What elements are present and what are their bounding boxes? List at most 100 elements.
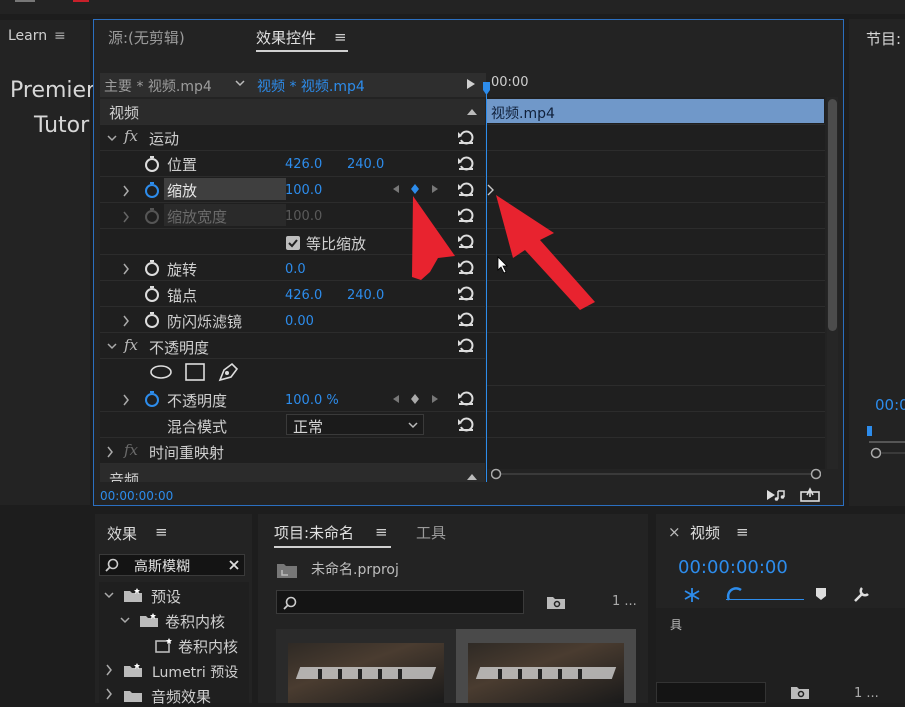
tab-tools[interactable]: 工具: [416, 522, 446, 543]
master-clip-label[interactable]: 主要 * 视频.mp4: [104, 76, 212, 96]
tree-presets[interactable]: 预设: [151, 586, 181, 607]
position-y-value[interactable]: 240.0: [347, 157, 384, 172]
scale-value[interactable]: 100.0: [285, 183, 322, 198]
motion-effect-row[interactable]: fx 运动: [100, 125, 485, 151]
position-row: 位置 426.0 240.0: [100, 151, 485, 177]
stopwatch-icon[interactable]: [144, 285, 160, 303]
project-search-input[interactable]: [276, 590, 524, 614]
tree-convolution-item[interactable]: 卷积内核: [178, 636, 238, 657]
learn-menu-icon[interactable]: ≡: [54, 28, 66, 44]
stopwatch-icon[interactable]: [144, 311, 160, 329]
linked-selection-icon[interactable]: [726, 586, 746, 604]
effects-search-input[interactable]: 高斯模糊: [99, 554, 245, 576]
play-audio-icon[interactable]: [766, 488, 786, 502]
chevron-right-icon[interactable]: [122, 185, 130, 197]
anti-flicker-value[interactable]: 0.00: [285, 314, 314, 329]
blend-mode-dropdown[interactable]: 正常: [286, 414, 424, 436]
chevron-right-icon[interactable]: [105, 688, 113, 700]
reset-icon[interactable]: [457, 390, 475, 406]
reset-icon[interactable]: [457, 337, 475, 353]
anti-flicker-label: 防闪烁滤镜: [167, 313, 243, 331]
sequence-thumbnail-image: [468, 643, 624, 703]
wrench-icon[interactable]: [852, 584, 872, 604]
stopwatch-icon[interactable]: [144, 155, 160, 173]
zoom-scrollbar[interactable]: [491, 468, 821, 480]
playhead-handle-icon[interactable]: [483, 82, 491, 96]
chevron-right-icon[interactable]: [122, 263, 130, 275]
tab-source-monitor[interactable]: 源:(无剪辑): [108, 27, 185, 48]
reset-icon[interactable]: [457, 416, 475, 432]
program-monitor-title[interactable]: 节目:: [866, 28, 901, 49]
tree-convolution[interactable]: 卷积内核: [165, 611, 225, 632]
tab-project[interactable]: 项目:未命名: [274, 522, 354, 543]
timeline-menu-icon[interactable]: ≡: [736, 523, 749, 541]
prev-keyframe-icon[interactable]: [392, 394, 400, 404]
video-section-label: 视频: [109, 104, 140, 122]
chevron-right-icon[interactable]: [105, 664, 113, 676]
effect-controls-menu-icon[interactable]: ≡: [334, 28, 347, 46]
learn-tab[interactable]: Learn: [8, 28, 47, 44]
uniform-scale-checkbox[interactable]: [286, 236, 300, 250]
sequence-tab-title[interactable]: 视频: [690, 522, 720, 543]
find-bin-icon[interactable]: [790, 684, 810, 700]
collapse-up-icon[interactable]: [466, 108, 478, 116]
chevron-right-icon[interactable]: [122, 211, 130, 223]
time-remap-label: 时间重映射: [149, 444, 225, 462]
uniform-scale-label: 等比缩放: [306, 235, 367, 253]
collapse-up-icon[interactable]: [466, 473, 478, 481]
chevron-right-icon[interactable]: [122, 394, 130, 406]
chevron-down-icon[interactable]: [103, 591, 115, 601]
ellipse-mask-icon[interactable]: [149, 364, 173, 380]
timeline-tracks[interactable]: 具 1 ...: [656, 608, 905, 703]
anchor-x-value[interactable]: 426.0: [285, 288, 322, 303]
chevron-down-icon[interactable]: [234, 78, 246, 88]
home-icon[interactable]: [15, 0, 35, 2]
tree-audio-effects[interactable]: 音频效果: [151, 686, 211, 707]
clear-search-icon[interactable]: [228, 559, 240, 571]
mask-tools-row: [100, 359, 485, 385]
current-time-readout[interactable]: 00:00:00:00: [100, 489, 173, 503]
reset-icon[interactable]: [457, 155, 475, 171]
chevron-down-icon[interactable]: [106, 134, 118, 144]
reset-icon[interactable]: [457, 129, 475, 145]
rectangle-mask-icon[interactable]: [185, 363, 205, 381]
timeline-search-input[interactable]: [656, 682, 766, 703]
anchor-y-value[interactable]: 240.0: [347, 288, 384, 303]
sequence-thumbnail-card[interactable]: [456, 629, 636, 703]
stopwatch-icon[interactable]: [144, 259, 160, 277]
prev-keyframe-icon[interactable]: [392, 184, 400, 194]
export-icon[interactable]: [800, 486, 820, 502]
chevron-down-icon[interactable]: [106, 342, 118, 352]
tree-lumetri[interactable]: Lumetri 预设: [152, 662, 238, 682]
stopwatch-active-icon[interactable]: [144, 390, 160, 408]
opacity-row: 不透明度 100.0 %: [100, 386, 485, 412]
chevron-right-icon[interactable]: [106, 446, 114, 458]
scale-width-label: 缩放宽度: [167, 208, 228, 226]
opacity-effect-row[interactable]: fx 不透明度: [100, 333, 485, 359]
vertical-scrollbar-thumb[interactable]: [828, 99, 837, 331]
play-triangle-icon[interactable]: [466, 78, 476, 90]
stopwatch-active-icon[interactable]: [144, 181, 160, 199]
program-scrubber[interactable]: [866, 425, 905, 459]
effects-panel-menu-icon[interactable]: ≡: [155, 523, 168, 541]
project-menu-icon[interactable]: ≡: [375, 523, 388, 541]
tab-effect-controls[interactable]: 效果控件: [256, 27, 316, 48]
program-timecode[interactable]: 00:0: [875, 396, 905, 414]
add-marker-icon[interactable]: [814, 586, 828, 602]
rotation-value[interactable]: 0.0: [285, 262, 306, 277]
sequence-clip-label[interactable]: 视频 * 视频.mp4: [257, 76, 365, 96]
snap-icon[interactable]: [682, 586, 702, 604]
close-sequence-icon[interactable]: ×: [668, 523, 681, 541]
find-bin-icon[interactable]: [546, 594, 566, 610]
clip-thumbnail-card[interactable]: [276, 629, 456, 703]
next-keyframe-icon[interactable]: [431, 394, 439, 404]
position-x-value[interactable]: 426.0: [285, 157, 322, 172]
effects-panel-title[interactable]: 效果: [107, 523, 137, 544]
time-remap-row[interactable]: fx 时间重映射: [100, 438, 485, 464]
opacity-value[interactable]: 100.0 %: [285, 393, 339, 408]
chevron-down-icon[interactable]: [119, 616, 131, 626]
timeline-timecode[interactable]: 00:00:00:00: [678, 557, 788, 578]
pen-mask-icon[interactable]: [217, 362, 239, 382]
chevron-right-icon[interactable]: [122, 315, 130, 327]
add-keyframe-icon[interactable]: [410, 393, 420, 405]
